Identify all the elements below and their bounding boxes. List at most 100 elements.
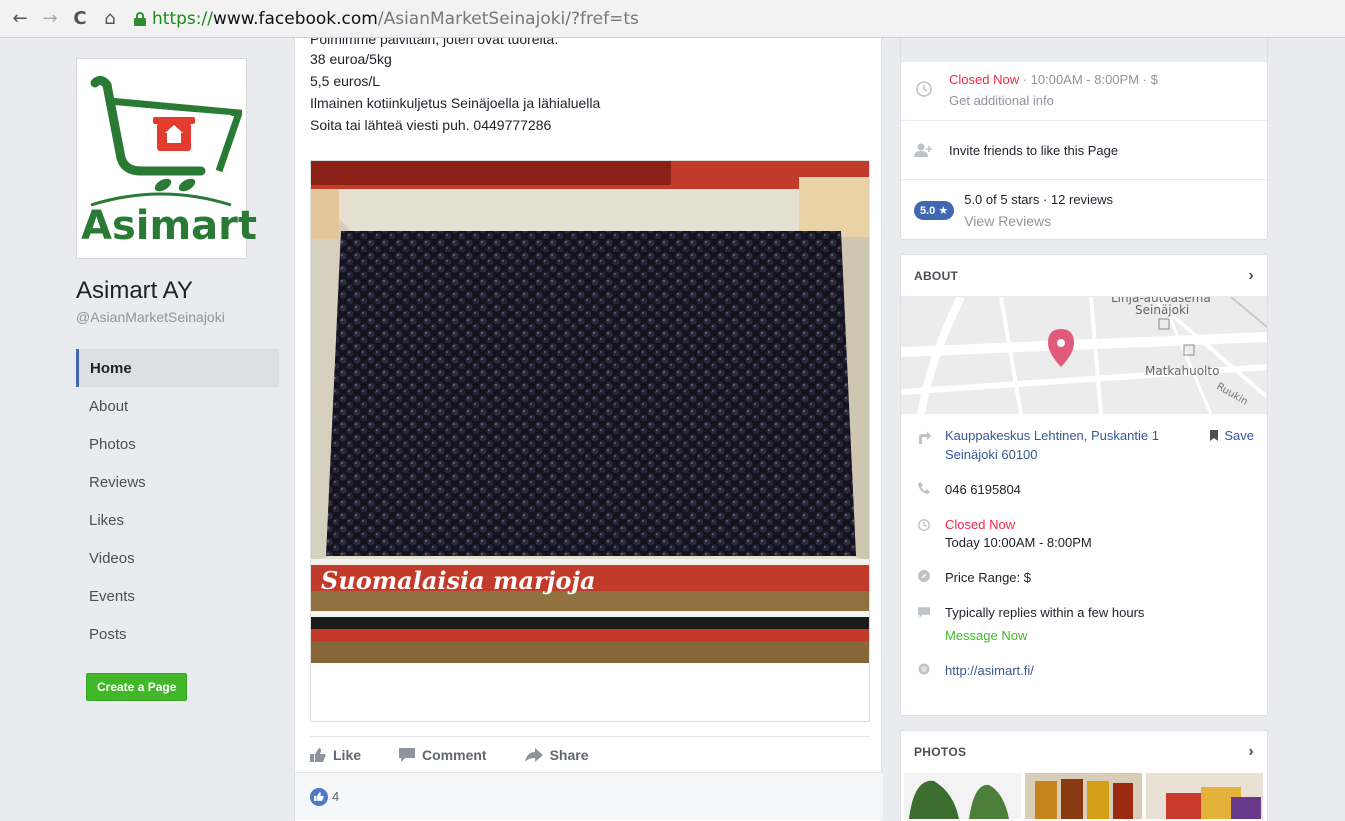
rating-row[interactable]: 5.0 ★ 5.0 of 5 stars · 12 reviews View R… — [901, 180, 1267, 240]
website-row[interactable]: http://asimart.fi/ — [901, 663, 1267, 678]
page-nav: Home About Photos Reviews Likes Videos E… — [76, 349, 280, 653]
share-arrow-icon — [524, 747, 543, 762]
chevron-right-icon: › — [1248, 743, 1254, 760]
logo-wordmark: Asimart — [81, 203, 257, 249]
add-friend-icon — [914, 143, 934, 157]
address-row[interactable]: Kauppakeskus Lehtinen, Puskantie 1 Seinä… — [901, 428, 1267, 462]
info-card: Closed Now · 10:00AM - 8:00PM · $ Get ad… — [900, 38, 1268, 240]
map-label-matkahuolto: Matkahuolto — [1145, 364, 1220, 378]
url-host: www.facebook.com — [212, 8, 378, 29]
nav-item-likes[interactable]: Likes — [76, 501, 280, 539]
post-line-partial: Poimimme päivittäin, joten ovat tuoreita… — [310, 38, 559, 47]
phone-icon — [914, 482, 934, 494]
rating-summary: 5.0 of 5 stars · 12 reviews — [964, 191, 1114, 207]
post-line: Ilmainen kotiinkuljetus Seinäjoella ja l… — [310, 95, 601, 111]
reaction-summary[interactable]: 4 — [295, 772, 883, 820]
price-range-row: Price Range: $ — [901, 570, 1267, 585]
like-reaction-icon — [310, 787, 328, 806]
back-arrow-icon[interactable]: ← — [10, 8, 30, 29]
comment-button[interactable]: Comment — [399, 747, 487, 763]
nav-item-videos[interactable]: Videos — [76, 539, 280, 577]
photo-thumbnail[interactable] — [1025, 773, 1142, 819]
clock-icon — [914, 519, 934, 531]
photos-title: PHOTOS — [914, 745, 967, 759]
post-actions: Like Comment Share — [310, 736, 870, 772]
nav-item-photos[interactable]: Photos — [76, 425, 280, 463]
photo-thumbnail[interactable] — [904, 773, 1021, 819]
messaging-row: Typically replies within a few hours Mes… — [901, 605, 1267, 643]
address-line-2[interactable]: Seinäjoki 60100 — [945, 447, 1210, 462]
phone-row[interactable]: 046 6195804 — [901, 482, 1267, 497]
price-range: Price Range: $ — [945, 570, 1031, 585]
post-text: Poimimme päivittäin, joten ovat tuoreita… — [295, 38, 881, 136]
comment-icon — [399, 747, 416, 762]
photos-card: PHOTOS › — [900, 730, 1268, 821]
phone-number: 046 6195804 — [945, 482, 1021, 497]
post-card: Poimimme päivittäin, joten ovat tuoreita… — [294, 38, 883, 821]
closed-now-label: Closed Now — [945, 517, 1016, 532]
address-bar[interactable]: https://www.facebook.com/AsianMarketSein… — [152, 9, 639, 29]
nav-item-home[interactable]: Home — [76, 349, 279, 387]
about-header[interactable]: ABOUT › — [901, 255, 1267, 297]
nav-item-about[interactable]: About — [76, 387, 280, 425]
photos-header[interactable]: PHOTOS › — [901, 731, 1267, 773]
card-top-edge — [901, 38, 1267, 62]
thumbs-up-icon — [310, 747, 326, 762]
url-path: /AsianMarketSeinajoki/?fref=ts — [377, 8, 639, 29]
photo-thumbnail[interactable] — [1146, 773, 1263, 819]
url-scheme: https:// — [152, 8, 213, 29]
chevron-right-icon: › — [1248, 266, 1254, 284]
nav-item-posts[interactable]: Posts — [76, 615, 280, 653]
create-page-button[interactable]: Create a Page — [86, 673, 188, 701]
share-label: Share — [549, 746, 589, 763]
about-title: ABOUT — [914, 268, 959, 283]
like-count: 4 — [332, 789, 340, 804]
post-line: Soita tai lähteä viesti puh. 0449777286 — [310, 117, 552, 133]
save-button[interactable]: Save — [1210, 428, 1254, 443]
post-photo[interactable]: Suomalaisia marjoja — [310, 160, 870, 722]
post-line: 5,5 euros/L — [310, 73, 381, 89]
forward-arrow-icon[interactable]: → — [40, 8, 60, 29]
lock-icon — [134, 11, 146, 26]
box-label-text: Suomalaisia marjoja — [321, 566, 596, 595]
reload-icon[interactable]: C — [70, 8, 90, 29]
about-card: ABOUT › Linja-autoasema Seinäjoki Matkah… — [900, 254, 1268, 716]
page-name[interactable]: Asimart AY — [76, 277, 280, 305]
invite-row[interactable]: Invite friends to like this Page — [901, 121, 1267, 179]
page-handle[interactable]: @AsianMarketSeinajoki — [76, 309, 280, 325]
like-label: Like — [333, 746, 362, 763]
profile-picture[interactable]: Asimart — [76, 58, 257, 259]
additional-info-link[interactable]: Get additional info — [949, 93, 1158, 108]
closed-now-status: Closed Now — [949, 72, 1020, 87]
home-icon[interactable]: ⌂ — [100, 8, 120, 29]
view-reviews-link[interactable]: View Reviews — [964, 213, 1113, 229]
post-line-cut: Poimimme päivittäin, joten ovat tuoreita… — [310, 38, 881, 48]
price-tag-icon — [914, 570, 934, 582]
share-button[interactable]: Share — [524, 746, 589, 763]
open-hours-row[interactable]: Closed Now Today 10:00AM - 8:00PM — [901, 517, 1267, 550]
response-time: Typically replies within a few hours — [945, 605, 1145, 620]
website-link[interactable]: http://asimart.fi/ — [945, 663, 1034, 678]
today-hours: Today 10:00AM - 8:00PM — [945, 535, 1092, 550]
directions-icon — [914, 430, 934, 444]
rating-badge: 5.0 ★ — [914, 200, 955, 220]
left-column: Asimart Asimart AY @AsianMarketSeinajoki… — [76, 58, 280, 701]
message-now-link[interactable]: Message Now — [945, 628, 1144, 643]
message-bubble-icon — [914, 607, 934, 618]
invite-friends-label: Invite friends to like this Page — [949, 142, 1119, 158]
location-map[interactable]: Linja-autoasema Seinäjoki Matkahuolto Ru… — [901, 297, 1267, 414]
photo-thumbnails — [901, 773, 1267, 819]
like-button[interactable]: Like — [310, 747, 361, 763]
nav-item-reviews[interactable]: Reviews — [76, 463, 280, 501]
hours-row[interactable]: Closed Now · 10:00AM - 8:00PM · $ Get ad… — [901, 62, 1267, 120]
address-line-1[interactable]: Kauppakeskus Lehtinen, Puskantie 1 — [945, 428, 1210, 443]
save-label: Save — [1224, 428, 1254, 443]
asimart-logo: Asimart — [81, 63, 257, 254]
nav-item-events[interactable]: Events — [76, 577, 280, 615]
map-label-seinajoki: Seinäjoki — [1135, 303, 1190, 317]
comment-label: Comment — [422, 746, 487, 763]
globe-icon — [914, 663, 934, 675]
bookmark-icon — [1210, 430, 1219, 441]
browser-toolbar: ← → C ⌂ https://www.facebook.com/AsianMa… — [0, 0, 1345, 38]
clock-icon — [914, 81, 934, 97]
